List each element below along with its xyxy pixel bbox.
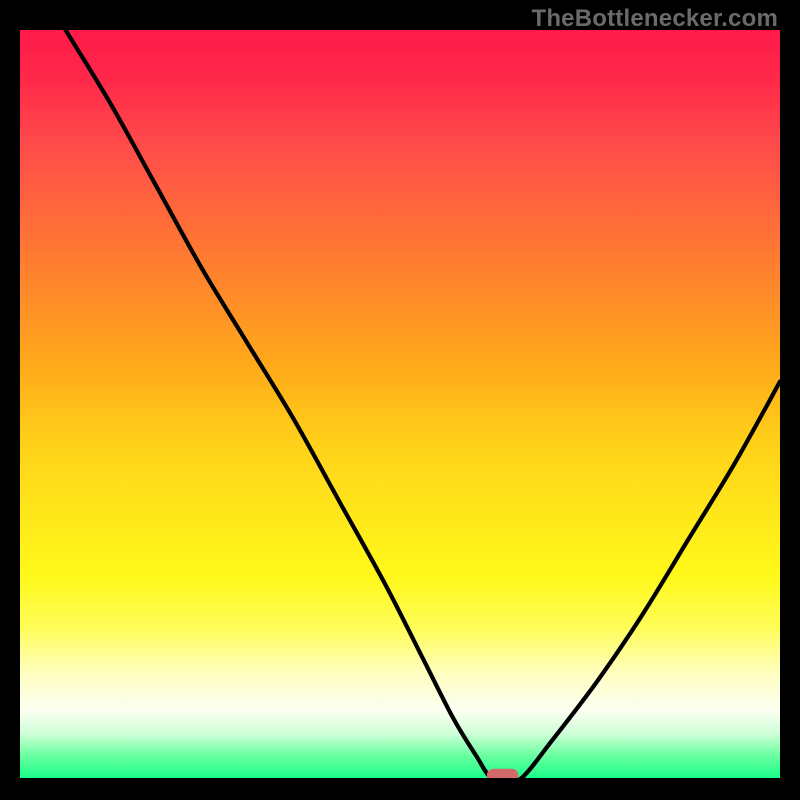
plot-area <box>20 30 780 778</box>
axis-left-border <box>0 0 20 800</box>
axis-bottom-border <box>0 778 800 800</box>
chart-svg <box>20 30 780 778</box>
optimal-marker <box>487 769 517 778</box>
chart-container: TheBottlenecker.com <box>0 0 800 800</box>
watermark-text: TheBottlenecker.com <box>531 5 778 33</box>
bottleneck-curve <box>20 30 780 778</box>
axis-right-border <box>780 0 800 800</box>
